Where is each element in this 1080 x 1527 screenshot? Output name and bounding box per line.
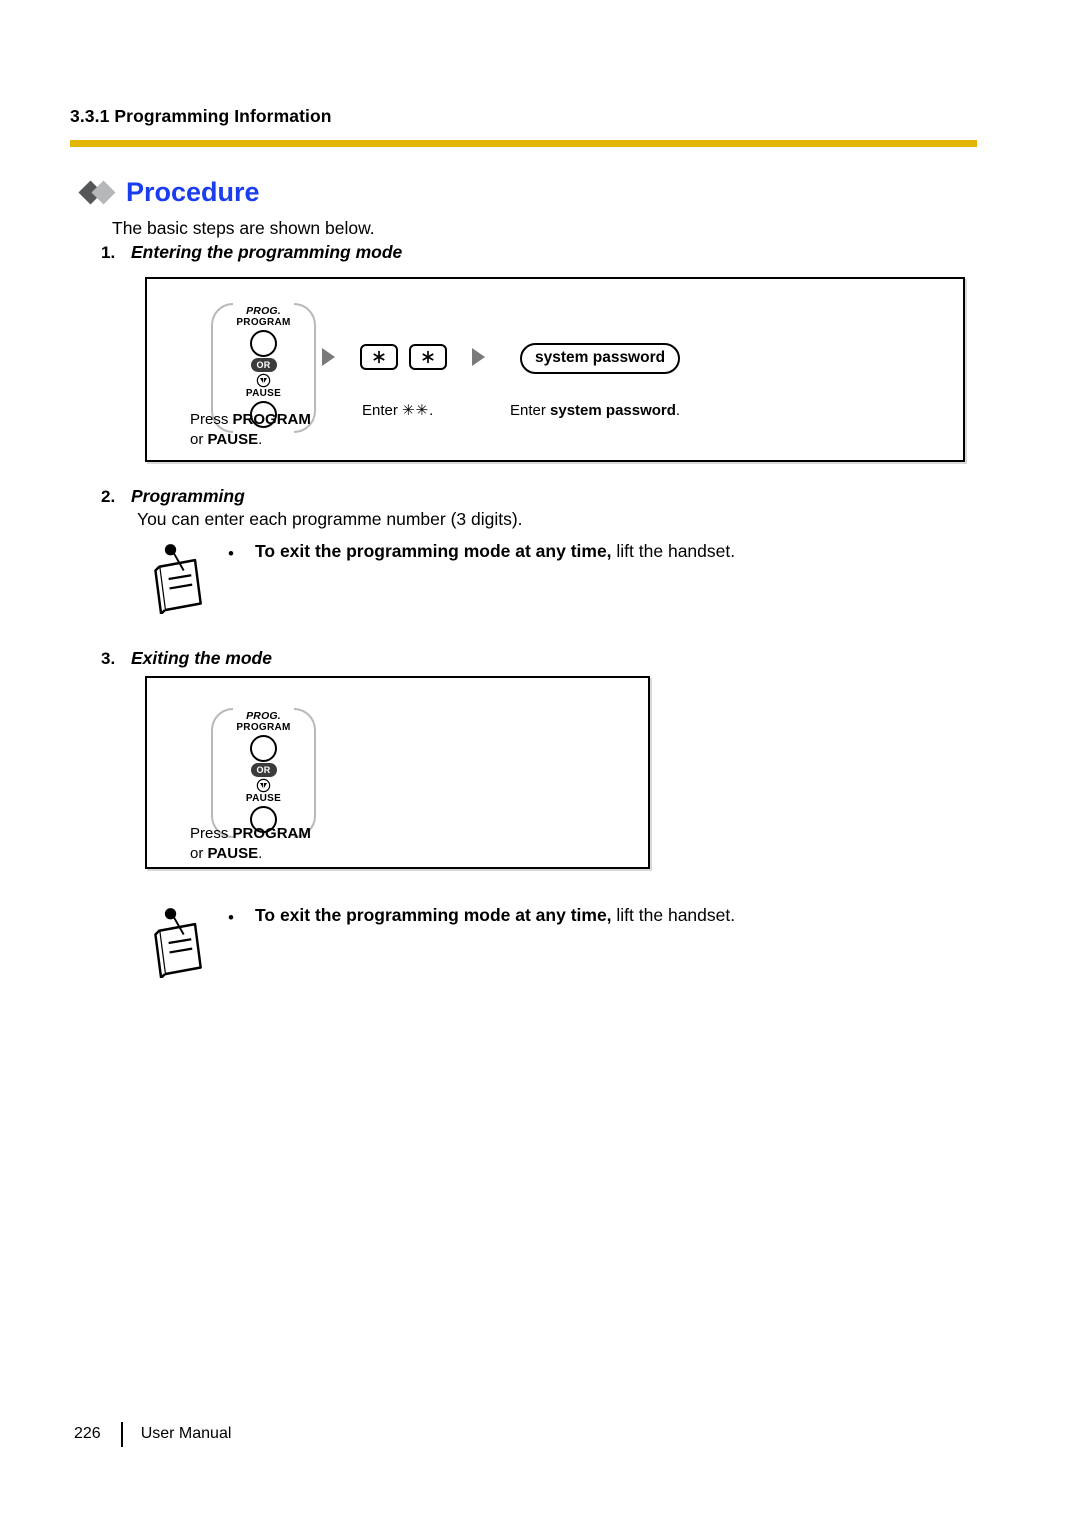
- asterisk-key-2[interactable]: [409, 344, 447, 370]
- page-footer: 226 User Manual: [74, 1421, 231, 1447]
- asterisk-icon: [373, 350, 385, 364]
- note-memo-icon: [154, 544, 202, 614]
- diamond-light-icon: [91, 179, 116, 205]
- key-cluster-2: PROG. PROGRAM OR PAUSE: [211, 708, 316, 838]
- step-1-heading: 1. Entering the programming mode: [101, 242, 402, 263]
- procedure-box-2: PROG. PROGRAM OR PAUSE Press PROGRAM or …: [145, 676, 650, 869]
- caption-press-plain: Press: [190, 411, 233, 428]
- cluster-brace-left: [211, 708, 233, 838]
- footer-page-number: 226: [74, 1425, 101, 1442]
- system-password-pill: system password: [520, 343, 681, 374]
- step-2-title: Programming: [131, 486, 245, 506]
- note-1-bullet: •: [228, 544, 234, 563]
- step-1-title: Entering the programming mode: [131, 242, 403, 262]
- caption-press-program-2: Press PROGRAM or PAUSE.: [190, 824, 311, 864]
- note-2-bullet: •: [228, 908, 234, 927]
- note-memo-icon: [154, 908, 202, 978]
- procedure-box-1: PROG. PROGRAM OR PAUSE system password P…: [145, 277, 965, 462]
- asterisk-key-1[interactable]: [360, 344, 398, 370]
- program-key-button[interactable]: [250, 735, 277, 762]
- or-badge: OR: [250, 763, 277, 777]
- procedure-heading: Procedure: [78, 174, 260, 210]
- intro-text: The basic steps are shown below.: [112, 218, 375, 238]
- caption-pause-bold: PAUSE: [207, 431, 259, 448]
- program-key-button[interactable]: [250, 330, 277, 357]
- note-1-bold: To exit the programming mode at any time…: [255, 541, 612, 561]
- caption-stars-tail: .: [429, 402, 434, 419]
- caption-period: .: [258, 845, 263, 862]
- caption-enter-plain: Enter: [362, 402, 403, 419]
- step-3-number: 3.: [101, 649, 116, 668]
- caption-press-plain: Press: [190, 825, 233, 842]
- note-1-text: To exit the programming mode at any time…: [255, 541, 735, 562]
- footer-divider: [120, 1421, 123, 1447]
- step-2-heading: 2. Programming: [101, 486, 245, 507]
- asterisk-icon: [422, 350, 434, 364]
- caption-press-bold: PROGRAM: [232, 411, 311, 428]
- step-1-number: 1.: [101, 243, 116, 262]
- caption-press-bold: PROGRAM: [232, 825, 311, 842]
- pause-down-icon: [256, 778, 271, 793]
- header-rule: [70, 140, 977, 147]
- pause-down-icon: [256, 373, 271, 388]
- caption-enter-pw-tail: .: [675, 402, 681, 419]
- step-2-number: 2.: [101, 487, 116, 506]
- caption-or-plain: or: [190, 431, 208, 448]
- caption-or-plain: or: [190, 845, 208, 862]
- note-2-plain: lift the handset.: [611, 905, 736, 925]
- note-2-text: To exit the programming mode at any time…: [255, 905, 735, 926]
- or-badge: OR: [250, 358, 277, 372]
- caption-press-program-1: Press PROGRAM or PAUSE.: [190, 410, 311, 450]
- note-2-bold: To exit the programming mode at any time…: [255, 905, 612, 925]
- step-3-title: Exiting the mode: [131, 648, 272, 668]
- page-section-header: 3.3.1 Programming Information: [70, 106, 332, 126]
- flow-arrow-2-icon: [472, 348, 485, 366]
- caption-enter-password: Enter system password.: [510, 401, 680, 421]
- caption-enter-pw-bold: system password: [550, 402, 676, 419]
- step-2-body-text: You can enter each programme number (3 d…: [137, 509, 523, 529]
- cluster-brace-right: [294, 708, 316, 838]
- procedure-heading-label: Procedure: [126, 176, 260, 207]
- footer-label: User Manual: [140, 1425, 232, 1442]
- flow-arrow-1-icon: [322, 348, 335, 366]
- step-3-heading: 3. Exiting the mode: [101, 648, 272, 669]
- caption-period: .: [258, 431, 263, 448]
- note-1-plain: lift the handset.: [611, 541, 736, 561]
- caption-pause-bold: PAUSE: [207, 845, 259, 862]
- caption-enter-stars: Enter ✳✳.: [362, 401, 433, 421]
- caption-stars-glyphs: ✳✳: [402, 402, 430, 419]
- caption-enter-pw-plain: Enter: [510, 402, 551, 419]
